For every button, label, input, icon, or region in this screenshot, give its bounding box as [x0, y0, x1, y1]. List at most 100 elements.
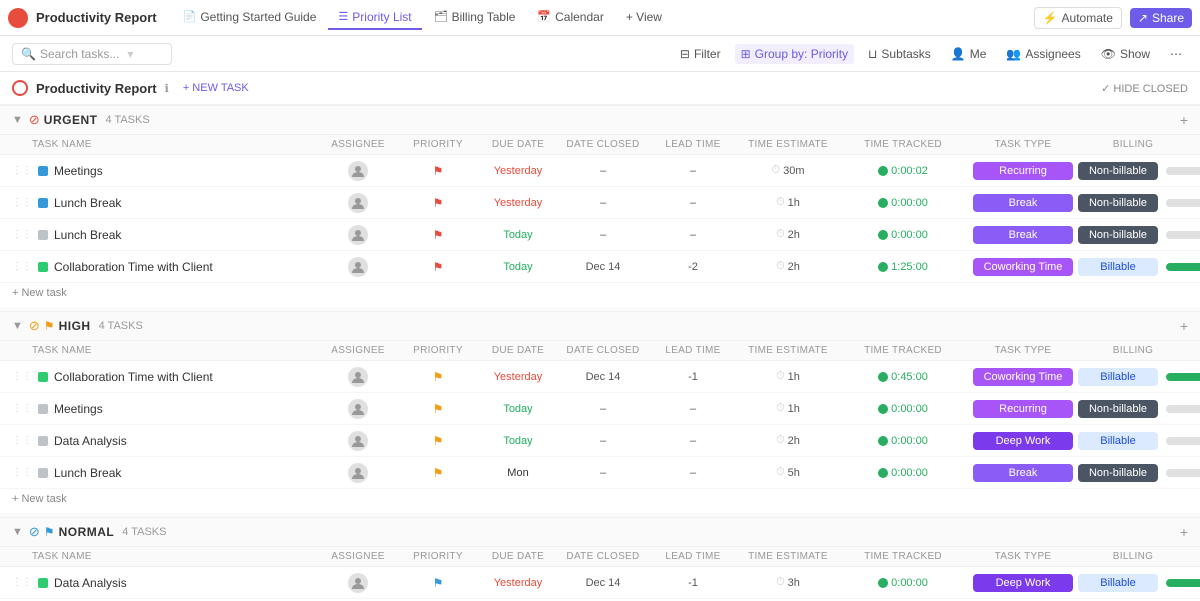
collapse-icon-high[interactable]: ▼: [12, 320, 23, 332]
priority-cell: ⚑: [398, 196, 478, 210]
tab-getting-started[interactable]: 📄 Getting Started Guide: [173, 6, 327, 30]
assignees-button[interactable]: 👥 Assignees: [1000, 44, 1086, 64]
task-name[interactable]: Lunch Break: [54, 196, 121, 210]
time-estimate: ⏱ 30m: [738, 164, 838, 177]
avatar: [348, 367, 368, 387]
section-high-header: ▼ ⊘ ⚑ HIGH 4 TASKS +: [0, 311, 1200, 341]
drag-handle[interactable]: ⋮⋮: [12, 467, 32, 478]
search-box[interactable]: 🔍 Search tasks... ▾: [12, 43, 172, 65]
drag-handle[interactable]: ⋮⋮: [12, 371, 32, 382]
task-name[interactable]: Lunch Break: [54, 466, 121, 480]
task-row[interactable]: ⋮⋮ Data Analysis ⚑ Today – – ⏱ 2h 0:00:: [0, 425, 1200, 457]
time-estimate: ⏱ 1h: [738, 402, 838, 415]
tracking-icon: [878, 468, 888, 478]
billing-cell: Billable: [1078, 258, 1158, 276]
task-name[interactable]: Meetings: [54, 402, 103, 416]
task-name[interactable]: Meetings: [54, 164, 103, 178]
tab-billing-table[interactable]: 🗂 Billing Table: [424, 6, 526, 30]
flag-icon: ⚑: [433, 434, 444, 448]
app-logo: [8, 8, 28, 28]
billing-cell: Non-billable: [1078, 464, 1158, 482]
share-button[interactable]: ↗ Share: [1130, 8, 1192, 28]
drag-handle[interactable]: ⋮⋮: [12, 577, 32, 588]
date-closed: Dec 14: [558, 371, 648, 383]
date-closed: Dec 14: [558, 577, 648, 589]
tracking-icon: [878, 372, 888, 382]
col-date-closed-h: DATE CLOSED: [558, 345, 648, 356]
collapse-icon[interactable]: ▼: [12, 114, 23, 126]
assignee-cell: [318, 193, 398, 213]
billing-progress-cell: Non-billable 0%: [1078, 400, 1188, 418]
billing-badge: Non-billable: [1078, 226, 1158, 244]
task-name[interactable]: Collaboration Time with Client: [54, 260, 213, 274]
subtasks-icon: ⊔: [868, 47, 877, 61]
me-icon: 👤: [951, 47, 966, 61]
section-add-icon[interactable]: +: [1180, 112, 1188, 128]
billing-progress-cell: Non-billable 0%: [1078, 464, 1188, 482]
avatar: [348, 193, 368, 213]
tab-priority-list-label: Priority List: [352, 10, 411, 24]
automate-button[interactable]: ⚡ Automate: [1034, 7, 1122, 29]
col-task-name-n: TASK NAME: [12, 551, 318, 562]
task-status-dot: [38, 404, 48, 414]
task-row[interactable]: ⋮⋮ Collaboration Time with Client ⚑ Yest…: [0, 361, 1200, 393]
time-tracked: 0:00:00: [838, 577, 968, 589]
more-button[interactable]: ⋯: [1164, 44, 1188, 64]
filter-button[interactable]: ⊟ Filter: [674, 44, 727, 64]
hide-closed-button[interactable]: ✓ HIDE CLOSED: [1101, 82, 1188, 95]
collapse-icon-normal[interactable]: ▼: [12, 526, 23, 538]
col-time-estimate-n: TIME ESTIMATE: [738, 551, 838, 562]
drag-handle[interactable]: ⋮⋮: [12, 229, 32, 240]
task-name[interactable]: Collaboration Time with Client: [54, 370, 213, 384]
high-icon: ⊘: [29, 318, 40, 334]
tab-calendar[interactable]: 📅 Calendar: [527, 6, 613, 30]
column-headers-high: TASK NAME ASSIGNEE PRIORITY DUE DATE DAT…: [0, 341, 1200, 361]
task-row[interactable]: ⋮⋮ Lunch Break ⚑ Yesterday – – ⏱ 1h 0:0: [0, 187, 1200, 219]
time-estimate: ⏱ 2h: [738, 260, 838, 273]
subtasks-button[interactable]: ⊔ Subtasks: [862, 44, 937, 64]
urgent-new-task[interactable]: + New task: [0, 283, 1200, 307]
tab-view[interactable]: + View: [616, 6, 672, 30]
drag-handle[interactable]: ⋮⋮: [12, 435, 32, 446]
task-row[interactable]: ⋮⋮ Data Analysis ⚑ Yesterday Dec 14 -1 ⏱…: [0, 567, 1200, 599]
billing-progress-cell: Non-billable 0%: [1078, 194, 1188, 212]
section-normal-add-icon[interactable]: +: [1180, 524, 1188, 540]
progress-bar-bg: [1166, 199, 1200, 207]
col-priority: PRIORITY: [398, 139, 478, 150]
group-by-button[interactable]: ⊞ Group by: Priority: [735, 44, 854, 64]
billing-badge: Non-billable: [1078, 400, 1158, 418]
tab-priority-list[interactable]: ☰ Priority List: [328, 6, 421, 30]
drag-handle[interactable]: ⋮⋮: [12, 261, 32, 272]
me-button[interactable]: 👤 Me: [945, 44, 993, 64]
task-name-cell: ⋮⋮ Data Analysis: [12, 434, 318, 448]
task-name[interactable]: Data Analysis: [54, 434, 127, 448]
high-new-task[interactable]: + New task: [0, 489, 1200, 513]
col-task-type: TASK TYPE: [968, 139, 1078, 150]
new-task-button[interactable]: + NEW TASK: [177, 80, 255, 96]
due-date: Yesterday: [478, 165, 558, 177]
task-type-badge: Recurring: [973, 162, 1073, 180]
task-name-cell: ⋮⋮ Meetings: [12, 164, 318, 178]
col-priority-n: PRIORITY: [398, 551, 478, 562]
task-row[interactable]: ⋮⋮ Meetings ⚑ Today – – ⏱ 1h 0:00:00: [0, 393, 1200, 425]
drag-handle[interactable]: ⋮⋮: [12, 403, 32, 414]
task-name[interactable]: Data Analysis: [54, 576, 127, 590]
drag-handle[interactable]: ⋮⋮: [12, 197, 32, 208]
task-name[interactable]: Lunch Break: [54, 228, 121, 242]
urgent-tasks-list: ⋮⋮ Meetings ⚑ Yesterday – – ⏱ 30m 0:00:: [0, 155, 1200, 283]
task-name-cell: ⋮⋮ Meetings: [12, 402, 318, 416]
due-date: Yesterday: [478, 577, 558, 589]
time-estimate: ⏱ 1h: [738, 370, 838, 383]
task-type-badge: Break: [973, 226, 1073, 244]
priority-cell: ⚑: [398, 260, 478, 274]
drag-handle[interactable]: ⋮⋮: [12, 165, 32, 176]
show-button[interactable]: 👁 Show: [1095, 44, 1156, 64]
section-high-add-icon[interactable]: +: [1180, 318, 1188, 334]
col-billing-h: BILLING: [1078, 345, 1188, 356]
task-row[interactable]: ⋮⋮ Lunch Break ⚑ Mon – – ⏱ 5h 0:00:00: [0, 457, 1200, 489]
info-icon[interactable]: ℹ: [165, 82, 169, 95]
task-row[interactable]: ⋮⋮ Collaboration Time with Client ⚑ Toda…: [0, 251, 1200, 283]
filter-label: Filter: [694, 47, 721, 61]
task-row[interactable]: ⋮⋮ Meetings ⚑ Yesterday – – ⏱ 30m 0:00:: [0, 155, 1200, 187]
task-row[interactable]: ⋮⋮ Lunch Break ⚑ Today – – ⏱ 2h 0:00:00: [0, 219, 1200, 251]
